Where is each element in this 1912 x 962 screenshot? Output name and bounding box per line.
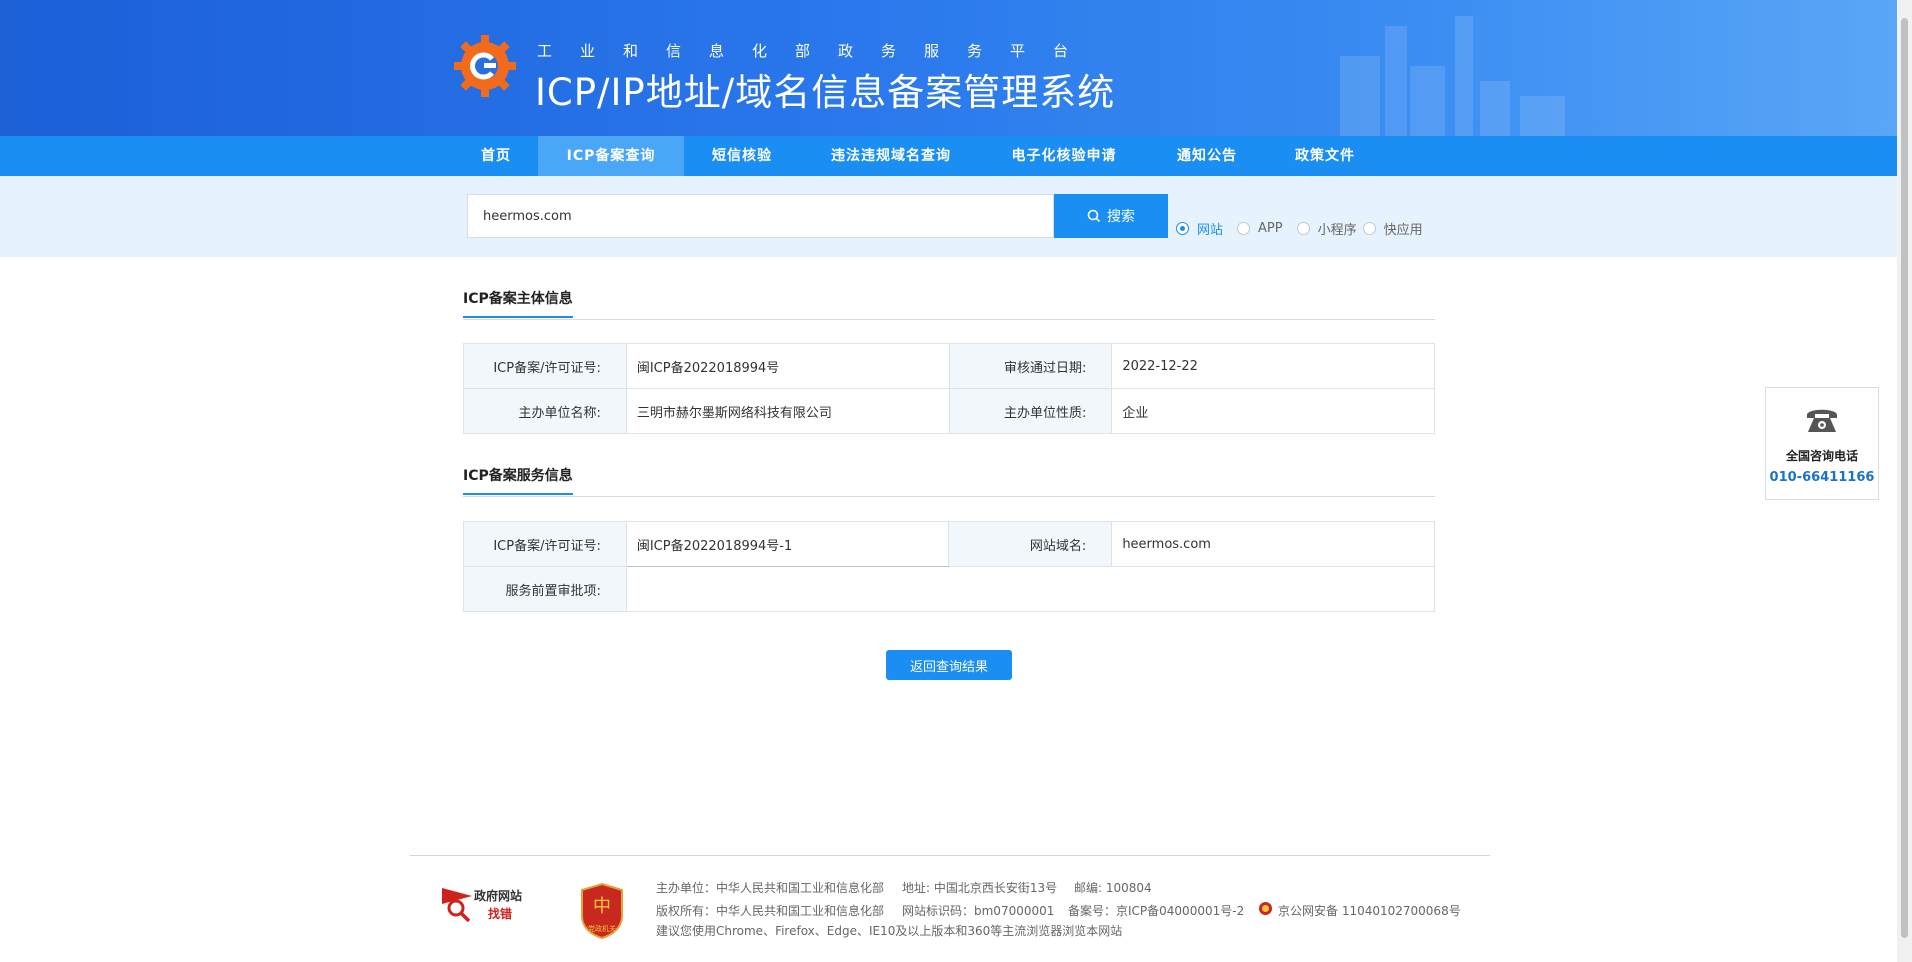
footer-divider <box>410 855 1490 856</box>
search-button-label: 搜索 <box>1107 209 1135 225</box>
banner-decoration <box>1340 56 1380 136</box>
footer-police-link[interactable]: 京公网安备 11040102700068号 <box>1278 902 1461 919</box>
radio-quick-app[interactable]: 快应用 <box>1362 219 1423 238</box>
nav-item-illegal-domain[interactable]: 违法违规域名查询 <box>818 136 964 176</box>
table-cell-label: 服务前置审批项: <box>463 566 627 612</box>
banner-decoration <box>1480 81 1510 136</box>
subject-info-table: ICP备案/许可证号: 闽ICP备2022018994号 审核通过日期: 202… <box>463 343 1435 434</box>
footer-postcode: 邮编: 100804 <box>1074 881 1152 895</box>
scrollbar-thumb[interactable] <box>1901 18 1908 938</box>
search-type-radio-group: 网站 APP 小程序 快应用 <box>1176 218 1437 238</box>
telephone-icon <box>1807 409 1837 432</box>
table-row: 主办单位名称: 三明市赫尔墨斯网络科技有限公司 主办单位性质: 企业 <box>463 388 1435 434</box>
service-info-table: ICP备案/许可证号: 闽ICP备2022018994号-1 网站域名: hee… <box>463 521 1436 612</box>
table-row: ICP备案/许可证号: 闽ICP备2022018994号 审核通过日期: 202… <box>463 343 1435 389</box>
section-divider <box>463 319 1435 320</box>
main-nav: 首页 ICP备案查询 短信核验 违法违规域名查询 电子化核验申请 通知公告 政策… <box>0 136 1897 176</box>
nav-item-icp-query[interactable]: ICP备案查询 <box>538 136 684 176</box>
search-button[interactable]: 搜索 <box>1054 194 1168 238</box>
gov-site-label: 政府网站 <box>474 889 523 903</box>
nav-item-notices[interactable]: 通知公告 <box>1164 136 1250 176</box>
table-cell-value: 闽ICP备2022018994号-1 <box>625 521 950 567</box>
gov-site-error-label: 找错 <box>488 907 513 921</box>
back-to-results-button[interactable]: 返回查询结果 <box>886 650 1012 680</box>
banner-decoration <box>1410 66 1445 136</box>
banner-decoration <box>1455 16 1473 136</box>
page-scrollbar[interactable] <box>1897 0 1912 962</box>
footer-site-code: 网站标识码：bm07000001 <box>902 904 1055 918</box>
section-title-subject: ICP备案主体信息 <box>463 288 573 318</box>
radio-label: APP <box>1258 220 1283 236</box>
gov-site-icon <box>442 888 472 923</box>
footer-copyright: 版权所有：中华人民共和国工业和信息化部 <box>656 904 885 918</box>
table-cell-value: heermos.com <box>1111 521 1435 567</box>
radio-website[interactable]: 网站 <box>1176 219 1223 238</box>
table-cell-value: 2022-12-22 <box>1111 343 1435 389</box>
consult-phone-number: 010-66411166 <box>1769 470 1875 485</box>
radio-dot <box>1362 221 1376 235</box>
radio-dot <box>1237 221 1251 235</box>
table-cell-label: ICP备案/许可证号: <box>463 343 627 389</box>
nav-item-home[interactable]: 首页 <box>466 136 526 176</box>
footer-sponsor: 主办单位：中华人民共和国工业和信息化部 <box>656 881 885 895</box>
table-cell-label: 主办单位名称: <box>463 388 627 434</box>
table-cell-value: 三明市赫尔墨斯网络科技有限公司 <box>625 388 950 434</box>
party-badge-icon[interactable]: 中 党政机关 <box>578 882 626 940</box>
radio-dot <box>1176 221 1189 235</box>
consult-label: 全国咨询电话 <box>1785 449 1858 463</box>
table-cell-value <box>625 566 1436 612</box>
footer-address: 地址: 中国北京西长安街13号 <box>902 881 1058 895</box>
table-row: 服务前置审批项: <box>463 566 1436 612</box>
section-title-service: ICP备案服务信息 <box>463 465 573 495</box>
banner-subtitle: 工业和信息化部政务服务平台 <box>537 42 1097 60</box>
banner-decoration <box>1385 26 1407 136</box>
gear-logo-icon <box>454 35 516 97</box>
header-banner: 工业和信息化部政务服务平台 ICP/IP地址/域名信息备案管理系统 <box>0 0 1897 136</box>
police-emblem-icon <box>1259 902 1272 915</box>
radio-mini-program[interactable]: 小程序 <box>1296 219 1357 238</box>
banner-decoration <box>1520 96 1565 136</box>
search-input[interactable] <box>467 194 1054 238</box>
table-cell-label: 网站域名: <box>948 521 1113 567</box>
radio-label: 网站 <box>1197 222 1224 238</box>
badge-text: 党政机关 <box>588 924 616 933</box>
table-cell-label: ICP备案/许可证号: <box>463 521 627 567</box>
table-cell-value: 闽ICP备2022018994号 <box>625 343 950 389</box>
table-row: ICP备案/许可证号: 闽ICP备2022018994号-1 网站域名: hee… <box>463 521 1435 567</box>
footer-browser-note: 建议您使用Chrome、Firefox、Edge、IE10及以上版本和360等主… <box>656 924 1123 938</box>
radio-label: 小程序 <box>1317 222 1357 238</box>
nav-item-e-verify-apply[interactable]: 电子化核验申请 <box>998 136 1130 176</box>
consult-phone-box[interactable]: 全国咨询电话 010-66411166 <box>1765 387 1879 500</box>
gov-site-error-link[interactable]: 政府网站 找错 <box>440 882 532 926</box>
section-divider <box>463 496 1435 497</box>
footer-icp-link[interactable]: 备案号：京ICP备04000001号-2 <box>1068 902 1244 919</box>
table-cell-value: 企业 <box>1111 388 1435 434</box>
radio-label: 快应用 <box>1383 222 1423 238</box>
table-cell-label: 审核通过日期: <box>948 343 1113 389</box>
radio-dot <box>1296 221 1310 235</box>
table-cell-label: 主办单位性质: <box>948 388 1113 434</box>
nav-item-sms-verify[interactable]: 短信核验 <box>696 136 788 176</box>
nav-item-policies[interactable]: 政策文件 <box>1282 136 1368 176</box>
search-icon <box>1087 209 1101 223</box>
radio-app[interactable]: APP <box>1237 221 1283 236</box>
page-title: ICP/IP地址/域名信息备案管理系统 <box>535 71 1116 114</box>
svg-text:中: 中 <box>593 896 611 917</box>
